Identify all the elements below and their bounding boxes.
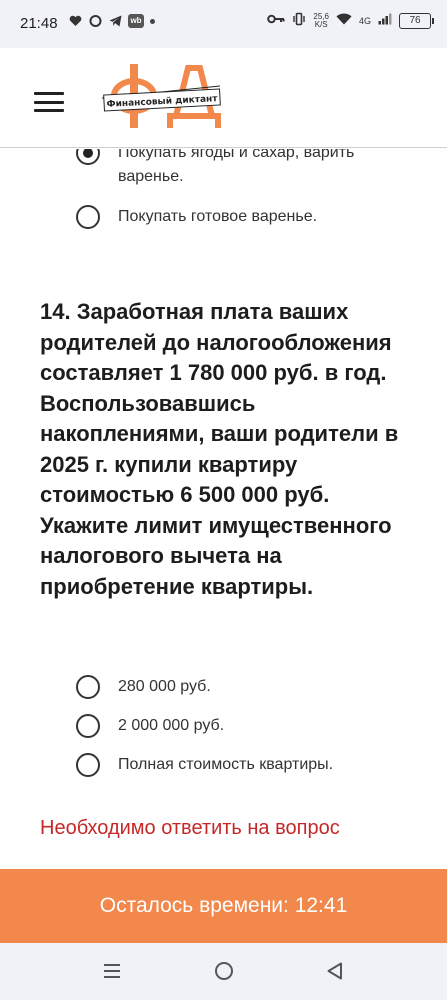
vibrate-icon (292, 12, 306, 29)
answer-option-2[interactable]: 2 000 000 руб. (76, 714, 418, 738)
radio-button[interactable] (76, 149, 100, 165)
heart-icon (68, 14, 82, 28)
wb-icon: wb (128, 14, 144, 28)
telegram-icon (108, 14, 122, 28)
chat-icon (88, 14, 102, 28)
system-nav-bar (0, 943, 447, 1000)
option-label: 2 000 000 руб. (118, 717, 225, 734)
quiz-content: Покупать ягоды и сахар, варить варенье. … (0, 149, 447, 869)
option-label: Полная стоимость квартиры. (118, 756, 334, 773)
radio-button[interactable] (76, 205, 100, 229)
radio-button[interactable] (76, 753, 100, 777)
notification-icons: wb (68, 14, 155, 28)
answer-option-1[interactable]: 280 000 руб. (76, 675, 418, 699)
timer-text: Осталось времени: 12:41 (99, 894, 348, 917)
timer-bar: Осталось времени: 12:41 (0, 869, 447, 943)
net-speed-unit: K/S (314, 19, 328, 29)
prev-option-1[interactable]: Покупать ягоды и сахар, варить варенье. (76, 149, 418, 189)
key-icon (267, 14, 285, 27)
logo[interactable]: Финансовый диктант (96, 58, 226, 142)
menu-icon[interactable] (34, 92, 64, 112)
radio-button[interactable] (76, 714, 100, 738)
back-icon[interactable] (323, 959, 347, 983)
answer-option-3[interactable]: Полная стоимость квартиры. (76, 753, 418, 777)
dot-icon (150, 18, 155, 24)
home-icon[interactable] (212, 959, 236, 983)
status-bar: 21:48 wb 25,6 K/S 4G 76 (0, 0, 447, 48)
network-type: 4G (358, 15, 371, 26)
question-text: 14. Заработная плата ваших родителей до … (40, 299, 399, 599)
app-header: Финансовый диктант (0, 48, 447, 148)
option-label: Покупать ягоды и сахар, варить варенье. (118, 149, 355, 185)
prev-option-2[interactable]: Покупать готовое варенье. (76, 205, 418, 229)
status-time: 21:48 (20, 15, 58, 32)
option-label: Покупать готовое варенье. (118, 208, 318, 225)
signal-icon (378, 13, 392, 28)
recents-icon[interactable] (100, 959, 124, 983)
system-icons: 25,6 K/S 4G 76 (267, 12, 434, 29)
error-message: Необходимо ответить на вопрос (40, 817, 340, 839)
radio-button[interactable] (76, 675, 100, 699)
wifi-icon (336, 13, 352, 28)
option-label: 280 000 руб. (118, 678, 211, 695)
net-speed: 25,6 K/S (313, 12, 329, 29)
battery-icon: 76 (399, 12, 434, 29)
